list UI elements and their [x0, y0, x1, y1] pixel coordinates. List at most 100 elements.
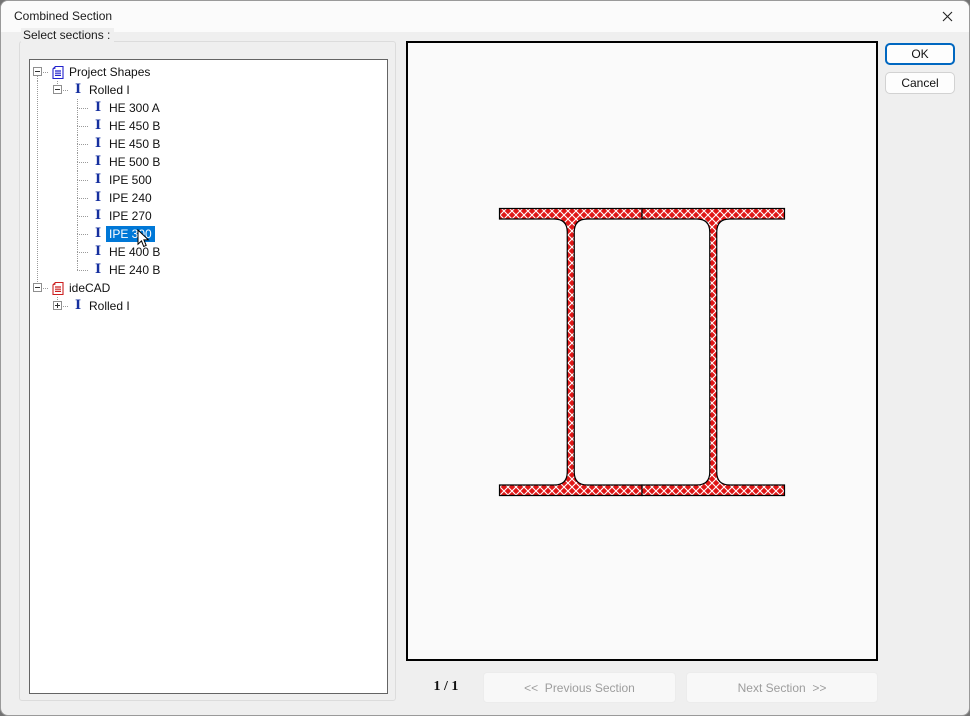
tree-item-rolled-i[interactable]: IRolled I	[30, 297, 387, 315]
tree-item-label: Rolled I	[86, 298, 133, 314]
tree-indent	[30, 243, 50, 261]
tree-junction	[30, 279, 50, 297]
tree-item-he-500-b[interactable]: IHE 500 B	[30, 153, 387, 171]
ibeam-icon: I	[90, 173, 106, 187]
cancel-button[interactable]: Cancel	[885, 72, 955, 94]
tree-connector	[37, 261, 38, 279]
ibeam-icon: I	[70, 299, 86, 313]
tree-connector	[37, 189, 38, 207]
ibeam-icon: I	[90, 209, 106, 223]
tree-item-label: HE 400 B	[106, 244, 163, 260]
tree-item-label: IPE 270	[106, 208, 155, 224]
tree-indent	[50, 243, 70, 261]
expand-toggle[interactable]	[53, 301, 62, 310]
previous-section-button[interactable]: << Previous Section	[483, 672, 676, 703]
tree-connector	[77, 270, 89, 271]
tree-item-he-450-b[interactable]: IHE 450 B	[30, 117, 387, 135]
tree-item-label: Rolled I	[86, 82, 133, 98]
tree-indent	[50, 261, 70, 279]
tree-indent	[30, 171, 50, 189]
tree-connector	[77, 234, 89, 235]
tree-connector	[37, 99, 38, 117]
title-bar: Combined Section	[1, 1, 969, 32]
tree-indent	[50, 171, 70, 189]
tree-connector	[77, 216, 78, 225]
tree-connector	[77, 261, 78, 270]
tree-indent	[30, 261, 50, 279]
tree-connector	[77, 144, 78, 153]
tree-connector	[77, 252, 78, 261]
ibeam-icon: I	[90, 101, 106, 115]
tree-indent	[50, 117, 70, 135]
tree-item-label: IPE 240	[106, 190, 155, 206]
ok-button[interactable]: OK	[885, 43, 955, 65]
tree-item-he-240-b[interactable]: IHE 240 B	[30, 261, 387, 279]
tree-connector	[37, 243, 38, 261]
tree-connector	[77, 180, 78, 189]
tree-item-label: IPE 300	[106, 226, 155, 242]
tree-junction	[70, 207, 90, 225]
collapse-toggle[interactable]	[33, 283, 42, 292]
tree-indent	[30, 117, 50, 135]
tree-indent	[50, 225, 70, 243]
tree-junction	[70, 153, 90, 171]
tree-connector	[37, 117, 38, 135]
tree-item-ipe-240[interactable]: IIPE 240	[30, 189, 387, 207]
tree-indent	[50, 207, 70, 225]
collapse-toggle[interactable]	[33, 67, 42, 76]
ibeam-icon: I	[90, 191, 106, 205]
next-section-button[interactable]: Next Section >>	[686, 672, 878, 703]
tree-item-he-450-b[interactable]: IHE 450 B	[30, 135, 387, 153]
ibeam-icon: I	[90, 119, 106, 133]
tree-connector	[77, 171, 78, 180]
tree-item-label: HE 450 B	[106, 118, 163, 134]
section-preview-panel	[406, 41, 878, 661]
tree-item-label: ideCAD	[66, 280, 113, 296]
close-icon[interactable]	[939, 8, 956, 25]
tree-indent	[30, 99, 50, 117]
tree-junction	[70, 225, 90, 243]
tree-connector	[77, 135, 78, 144]
tree-item-ipe-500[interactable]: IIPE 500	[30, 171, 387, 189]
tree-indent	[30, 135, 50, 153]
tree-indent	[30, 81, 50, 99]
tree-junction	[70, 135, 90, 153]
ibeam-icon: I	[70, 83, 86, 97]
tree-connector	[77, 153, 78, 162]
select-sections-label: Select sections :	[21, 28, 114, 42]
tree-junction	[70, 261, 90, 279]
tree-item-ipe-300[interactable]: IIPE 300	[30, 225, 387, 243]
tree-connector	[77, 99, 78, 108]
tree-connector	[77, 144, 89, 145]
tree-indent	[50, 99, 70, 117]
tree-item-idecad[interactable]: ideCAD	[30, 279, 387, 297]
tree-item-ipe-270[interactable]: IIPE 270	[30, 207, 387, 225]
tree-connector	[37, 153, 38, 171]
tree-connector	[37, 171, 38, 189]
tree-junction	[70, 243, 90, 261]
tree-junction	[50, 81, 70, 99]
collapse-toggle[interactable]	[53, 85, 62, 94]
tree-connector	[77, 216, 89, 217]
tree-item-label: IPE 500	[106, 172, 155, 188]
tree-junction	[50, 297, 70, 315]
tree-connector	[77, 180, 89, 181]
ibeam-icon: I	[90, 155, 106, 169]
tree-junction	[70, 99, 90, 117]
tree-item-project-shapes[interactable]: Project Shapes	[30, 63, 387, 81]
tree-junction	[70, 189, 90, 207]
tree-connector	[77, 108, 78, 117]
tree-connector	[77, 108, 89, 109]
combined-section-dialog: Combined Section Select sections : Proje…	[0, 0, 970, 716]
ibeam-icon: I	[90, 245, 106, 259]
tree-connector	[77, 162, 78, 171]
tree-connector	[77, 252, 89, 253]
tree-connector	[77, 234, 78, 243]
tree-connector	[77, 117, 78, 126]
tree-item-he-400-b[interactable]: IHE 400 B	[30, 243, 387, 261]
tree-connector	[77, 126, 78, 135]
tree-item-he-300-a[interactable]: IHE 300 A	[30, 99, 387, 117]
tree-indent	[30, 207, 50, 225]
tree-indent	[50, 189, 70, 207]
tree-item-rolled-i[interactable]: IRolled I	[30, 81, 387, 99]
